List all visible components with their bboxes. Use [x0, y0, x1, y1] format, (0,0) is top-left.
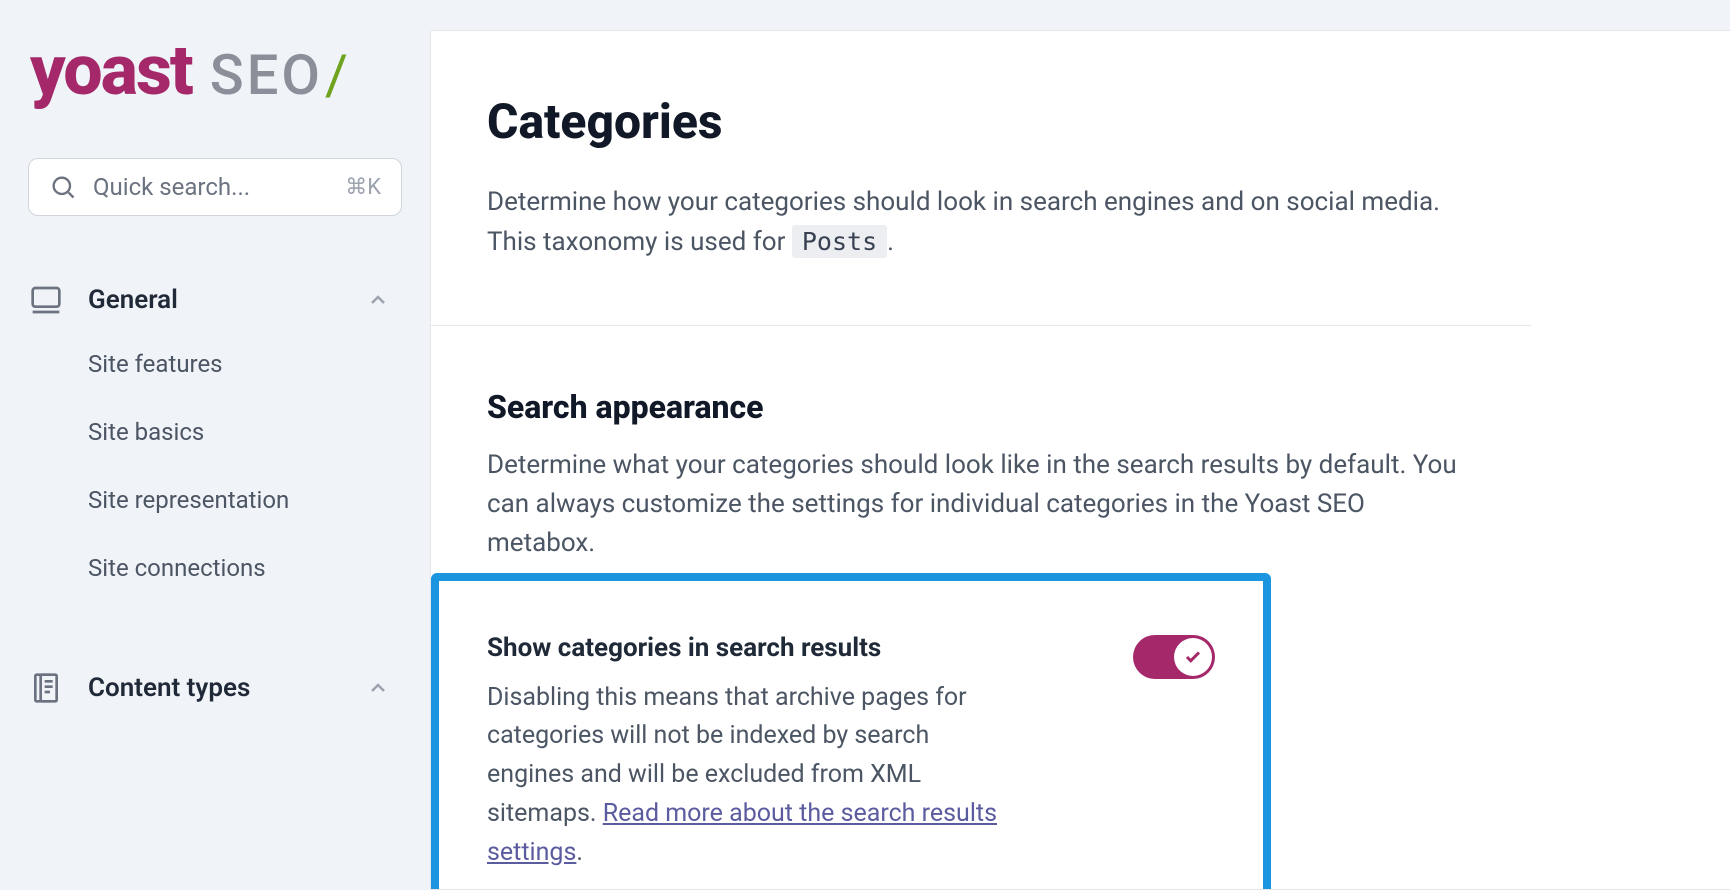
page-header-section: Categories Determine how your categories… — [431, 31, 1531, 326]
monitor-icon — [30, 284, 62, 316]
search-icon — [49, 173, 77, 201]
nav-group-label: General — [88, 285, 340, 315]
toggle-knob — [1174, 638, 1212, 676]
page-description: Determine how your categories should loo… — [487, 182, 1475, 263]
setting-highlight-box: Show categories in search results Disabl… — [431, 573, 1271, 890]
page-title: Categories — [487, 93, 1475, 150]
nav-item-site-connections[interactable]: Site connections — [28, 534, 402, 602]
nav-group-label: Content types — [88, 673, 340, 703]
search-appearance-section: Search appearance Determine what your ca… — [431, 326, 1531, 890]
document-icon — [30, 672, 62, 704]
chevron-up-icon — [366, 288, 390, 312]
search-appearance-heading: Search appearance — [487, 388, 1475, 426]
taxonomy-code: Posts — [792, 225, 887, 258]
search-input[interactable]: Quick search... ⌘K — [28, 158, 402, 216]
chevron-up-icon — [366, 676, 390, 700]
nav-group-content-types[interactable]: Content types — [28, 658, 402, 718]
logo-main: yoast — [30, 30, 192, 112]
logo-sub: SEO — [210, 42, 323, 108]
check-icon — [1184, 648, 1202, 666]
logo-slash-icon: / — [325, 42, 348, 108]
show-categories-toggle[interactable] — [1133, 635, 1215, 679]
main-panel: Categories Determine how your categories… — [430, 30, 1730, 890]
nav-group-general[interactable]: General — [28, 270, 402, 330]
search-appearance-desc: Determine what your categories should lo… — [487, 446, 1475, 563]
search-shortcut: ⌘K — [345, 175, 381, 200]
sidebar: yoast SEO/ Quick search... ⌘K General Si… — [0, 0, 430, 890]
setting-title: Show categories in search results — [487, 633, 1013, 663]
search-placeholder: Quick search... — [93, 173, 345, 201]
nav-item-site-basics[interactable]: Site basics — [28, 398, 402, 466]
setting-description: Disabling this means that archive pages … — [487, 679, 1013, 873]
nav-item-site-features[interactable]: Site features — [28, 330, 402, 398]
nav-item-site-representation[interactable]: Site representation — [28, 466, 402, 534]
logo: yoast SEO/ — [28, 30, 402, 112]
